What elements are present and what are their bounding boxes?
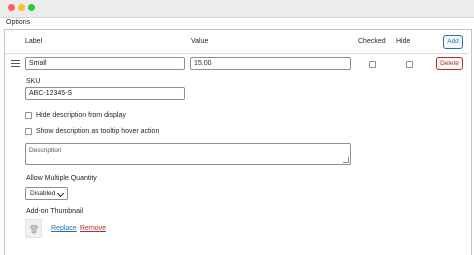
checked-checkbox[interactable] — [369, 61, 376, 68]
option-label-input[interactable]: Small — [25, 57, 185, 70]
drag-handle-icon[interactable] — [11, 60, 20, 69]
tooltip-description-label: Show description as tooltip hover action — [36, 128, 160, 135]
tshirt-icon — [29, 224, 39, 234]
chevron-down-icon — [56, 189, 65, 198]
section-title: Options — [6, 19, 31, 26]
hide-description-label: Hide description from display — [36, 112, 126, 119]
remove-thumbnail-link[interactable]: Remove — [80, 225, 106, 232]
add-option-button[interactable]: Add — [443, 35, 463, 49]
description-textarea[interactable]: Description — [25, 143, 351, 165]
delete-option-button[interactable]: Delete — [436, 57, 463, 70]
column-header-checked: Checked — [358, 38, 386, 45]
thumbnail-image — [25, 219, 42, 238]
sku-input[interactable]: ABC-12345-S — [25, 87, 185, 100]
description-placeholder: Description — [29, 147, 62, 154]
column-header-value: Value — [191, 38, 209, 45]
sku-label: SKU — [26, 78, 41, 85]
resize-handle-icon[interactable] — [343, 157, 349, 163]
column-header-hide: Hide — [396, 38, 411, 45]
replace-thumbnail-link[interactable]: Replace — [51, 225, 77, 232]
header-divider — [5, 53, 469, 54]
column-header-label: Label — [25, 38, 43, 45]
thumbnail-label: Add-on Thumbnail — [26, 208, 84, 215]
multiple-quantity-label: Allow Multiple Quantity — [26, 175, 97, 182]
window-titlebar — [0, 0, 474, 18]
hide-description-checkbox[interactable] — [25, 112, 32, 119]
minimize-window-button[interactable] — [18, 4, 25, 11]
tooltip-description-checkbox[interactable] — [25, 128, 32, 135]
option-value-input[interactable]: 15.00 — [190, 57, 351, 70]
multiple-quantity-select[interactable]: Disabled — [25, 187, 68, 200]
close-window-button[interactable] — [8, 4, 15, 11]
multiple-quantity-value: Disabled — [30, 190, 56, 197]
hide-checkbox[interactable] — [406, 61, 413, 68]
maximize-window-button[interactable] — [28, 4, 35, 11]
